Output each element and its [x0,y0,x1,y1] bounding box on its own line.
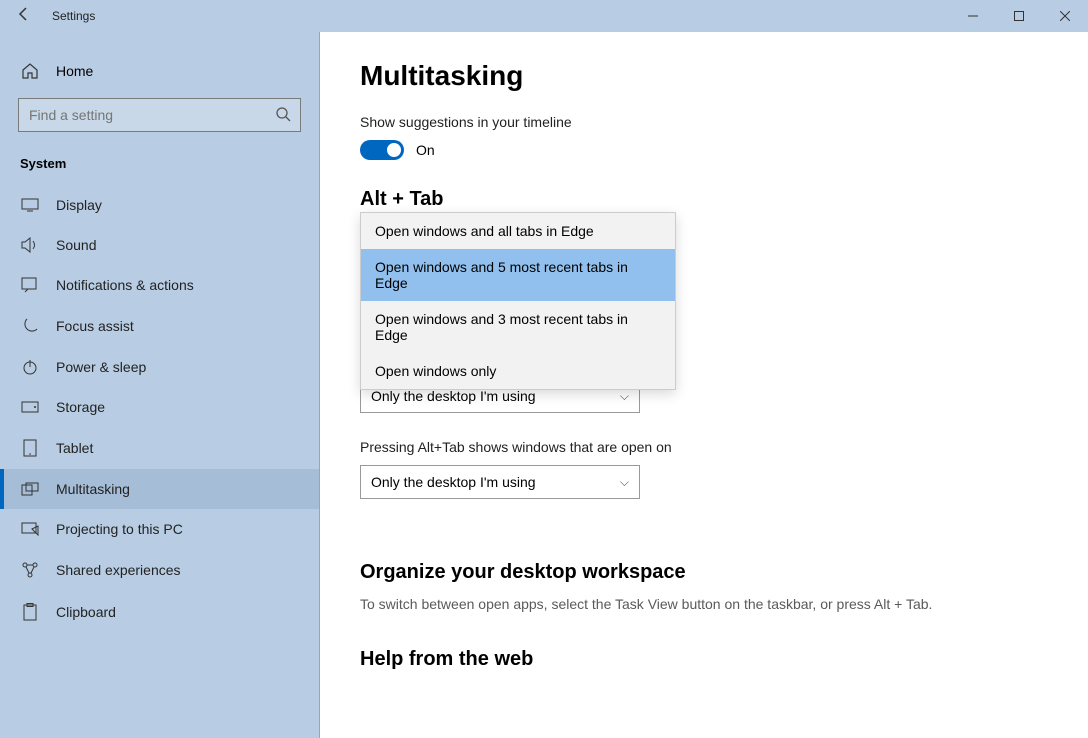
category-heading: System [0,150,319,185]
chevron-down-icon: ⌵ [620,389,629,404]
sidebar-item-projecting[interactable]: Projecting to this PC [0,509,319,549]
content-pane: Multitasking Show suggestions in your ti… [320,32,1088,738]
timeline-label: Show suggestions in your timeline [360,114,1048,130]
taskbar-select-value: Only the desktop I'm using [371,388,536,404]
organize-desc: To switch between open apps, select the … [360,596,1048,612]
sidebar-item-label: Clipboard [56,604,116,620]
sidebar-item-label: Focus assist [56,318,134,334]
home-icon [20,62,40,80]
sidebar-item-label: Notifications & actions [56,277,194,293]
sidebar-item-label: Multitasking [56,481,130,497]
tablet-icon [20,439,40,457]
maximize-button[interactable] [996,0,1042,32]
home-nav[interactable]: Home [0,52,319,90]
dropdown-option[interactable]: Open windows and all tabs in Edge [361,213,675,249]
organize-heading: Organize your desktop workspace [360,561,1048,584]
alttab-dropdown: Open windows and all tabs in Edge Open w… [360,212,676,390]
dropdown-option[interactable]: Open windows only [361,353,675,389]
page-title: Multitasking [360,60,1048,92]
timeline-toggle[interactable] [360,140,404,160]
sidebar-item-shared-experiences[interactable]: Shared experiences [0,549,319,591]
close-button[interactable] [1042,0,1088,32]
projecting-icon [20,522,40,536]
sidebar-item-label: Shared experiences [56,562,181,578]
back-button[interactable] [0,6,48,27]
sidebar-item-label: Power & sleep [56,359,146,375]
sidebar-item-label: Tablet [56,440,93,456]
help-heading: Help from the web [360,648,1048,671]
window-title: Settings [48,9,95,23]
alttab-heading: Alt + Tab [360,188,1048,211]
storage-icon [20,401,40,413]
dropdown-option[interactable]: Open windows and 3 most recent tabs in E… [361,301,675,353]
sidebar-item-power-sleep[interactable]: Power & sleep [0,347,319,387]
sidebar-item-label: Display [56,197,102,213]
home-label: Home [56,63,93,79]
sidebar-item-label: Sound [56,237,96,253]
multitasking-icon [20,482,40,496]
power-icon [20,359,40,375]
clipboard-icon [20,603,40,621]
sidebar-item-clipboard[interactable]: Clipboard [0,591,319,633]
alttab-windows-select[interactable]: Only the desktop I'm using ⌵ [360,465,640,499]
shared-experiences-icon [20,561,40,579]
toggle-state: On [416,142,435,158]
alttab-windows-select-value: Only the desktop I'm using [371,474,536,490]
minimize-button[interactable] [950,0,996,32]
sidebar-item-storage[interactable]: Storage [0,387,319,427]
sidebar-item-label: Storage [56,399,105,415]
sidebar-item-label: Projecting to this PC [56,521,183,537]
titlebar: Settings [0,0,1088,32]
sidebar-item-display[interactable]: Display [0,185,319,225]
alttab-windows-label: Pressing Alt+Tab shows windows that are … [360,439,1048,455]
notifications-icon [20,277,40,293]
chevron-down-icon: ⌵ [620,475,629,490]
sidebar-item-multitasking[interactable]: Multitasking [0,469,319,509]
search-icon [275,106,291,127]
search-input[interactable] [18,98,301,132]
sidebar-item-sound[interactable]: Sound [0,225,319,265]
sound-icon [20,237,40,253]
sidebar: Home System Display Sound Notifications … [0,32,320,738]
sidebar-item-tablet[interactable]: Tablet [0,427,319,469]
dropdown-option[interactable]: Open windows and 5 most recent tabs in E… [361,249,675,301]
sidebar-item-focus-assist[interactable]: Focus assist [0,305,319,347]
sidebar-item-notifications[interactable]: Notifications & actions [0,265,319,305]
search-container [18,98,301,132]
display-icon [20,198,40,212]
focus-assist-icon [20,317,40,335]
